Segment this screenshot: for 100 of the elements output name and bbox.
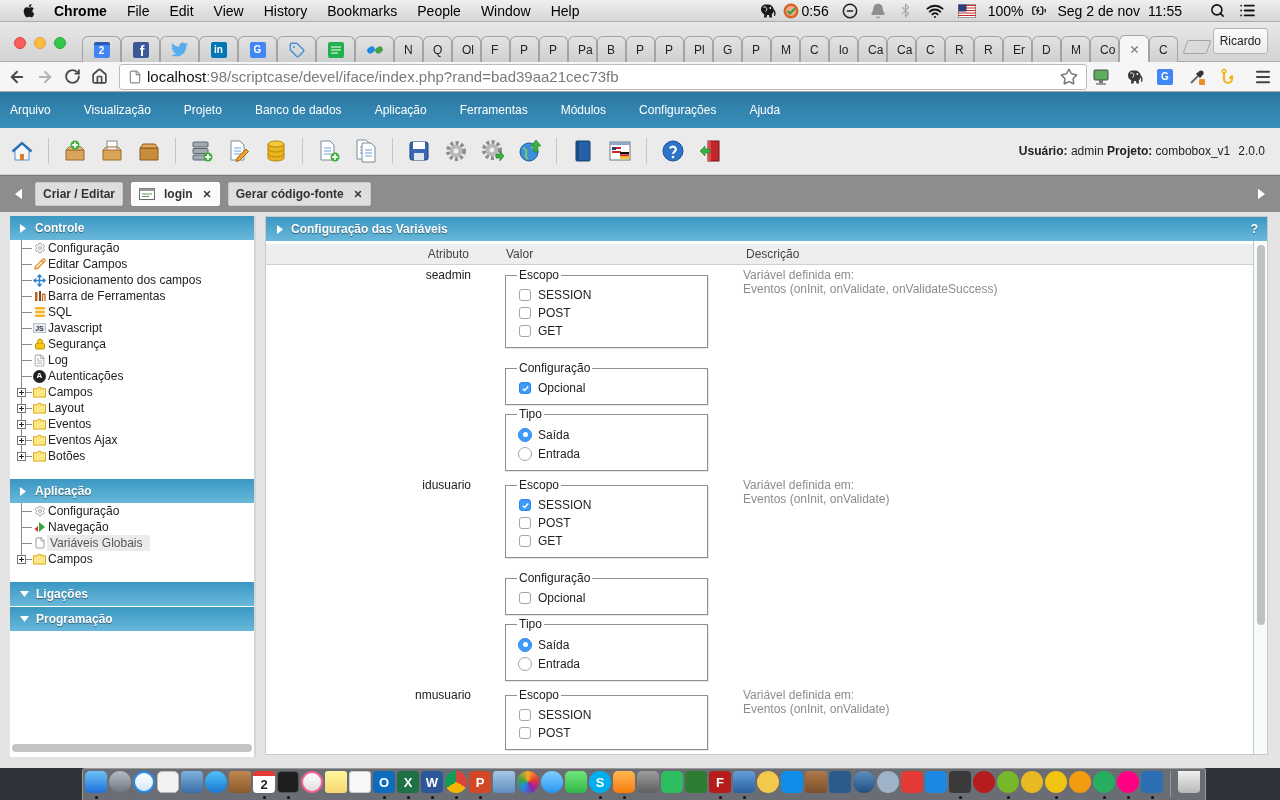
menu-item[interactable]: Projeto	[183, 101, 222, 119]
server-plus-icon[interactable]	[190, 139, 214, 163]
caret-right-icon[interactable]	[277, 224, 283, 234]
date-text[interactable]: Seg 2 de nov	[1057, 3, 1140, 18]
zoom-window-button[interactable]	[54, 37, 66, 49]
close-window-button[interactable]	[14, 37, 26, 49]
menu-item[interactable]: People	[417, 3, 461, 18]
tree-item[interactable]: Javascript	[48, 320, 103, 336]
expand-icon[interactable]	[17, 387, 26, 397]
menu-item[interactable]: History	[263, 3, 308, 18]
menu-item[interactable]: Bookmarks	[327, 3, 398, 18]
caret-down-icon[interactable]	[20, 616, 29, 622]
menu-item[interactable]: Window	[480, 3, 531, 18]
menu-item[interactable]: Configurações	[639, 101, 717, 119]
time-text[interactable]: 11:55	[1148, 3, 1182, 18]
caret-right-icon[interactable]	[20, 486, 26, 496]
app-tab[interactable]: login	[131, 182, 220, 206]
flags-window-icon[interactable]	[608, 139, 632, 163]
menu-item[interactable]: Help	[550, 3, 580, 18]
radio-button[interactable]	[518, 656, 532, 671]
database-icon[interactable]	[264, 139, 288, 163]
app-icon[interactable]	[613, 771, 635, 793]
house-icon[interactable]	[10, 139, 34, 163]
app-icon[interactable]	[877, 771, 899, 793]
menu-item[interactable]: Arquivo	[10, 101, 51, 119]
browser-tab[interactable]: M	[1061, 36, 1090, 62]
document-pencil-icon[interactable]	[227, 139, 251, 163]
check-badge-icon[interactable]	[783, 2, 800, 19]
app-icon[interactable]	[181, 771, 203, 793]
elephant-icon[interactable]	[1127, 68, 1143, 85]
menu-item[interactable]: Ajuda	[749, 101, 781, 119]
browser-tab[interactable]: Pl	[684, 36, 713, 62]
vertical-scrollbar[interactable]	[1256, 245, 1265, 625]
tree-item[interactable]: Editar Campos	[48, 256, 128, 272]
browser-tab[interactable]: f	[121, 36, 160, 62]
browser-tab[interactable]: Er	[1003, 36, 1032, 62]
box-plus-icon[interactable]	[63, 139, 87, 163]
menu-item[interactable]: File	[126, 3, 150, 18]
tree-item[interactable]: Layout	[48, 400, 85, 416]
app-icon[interactable]	[757, 771, 779, 793]
search-icon[interactable]	[1210, 3, 1225, 18]
browser-tab[interactable]: R	[945, 36, 974, 62]
browser-tab[interactable]: 2	[82, 36, 121, 62]
scroll-right-icon[interactable]	[1258, 188, 1265, 200]
minus-circle-icon[interactable]	[841, 2, 858, 19]
app-icon[interactable]	[541, 771, 563, 793]
app-icon[interactable]	[133, 771, 155, 793]
translate-icon[interactable]: G	[1157, 68, 1173, 85]
tree-item[interactable]: Eventos	[48, 416, 92, 432]
profile-button[interactable]: Ricardo	[1212, 28, 1268, 54]
browser-tab[interactable]: C	[916, 36, 945, 62]
browser-tab[interactable]: Ca	[887, 36, 916, 62]
tree-item[interactable]: Botões	[48, 448, 86, 464]
radio-button[interactable]	[518, 446, 532, 461]
browser-tab[interactable]: Ca	[858, 36, 887, 62]
menu-item[interactable]: Visualização	[83, 101, 151, 119]
browser-tab[interactable]	[160, 36, 199, 62]
browser-tab[interactable]: C	[1149, 36, 1178, 62]
monitor-icon[interactable]	[1092, 67, 1110, 86]
tree-item[interactable]: Log	[48, 352, 69, 368]
trash-icon[interactable]	[1178, 771, 1200, 793]
app-icon[interactable]	[205, 771, 227, 793]
browser-tab[interactable]: M	[771, 36, 800, 62]
expand-icon[interactable]	[17, 435, 26, 445]
app-icon[interactable]	[853, 771, 875, 793]
app-icon[interactable]	[85, 771, 107, 793]
browser-tab[interactable]: Q	[423, 36, 452, 62]
expand-icon[interactable]	[17, 451, 26, 461]
box-document-icon[interactable]	[100, 139, 124, 163]
browser-tab[interactable]	[355, 36, 394, 62]
app-icon[interactable]	[997, 771, 1019, 793]
bookmark-star-icon[interactable]	[1060, 67, 1078, 86]
app-icon[interactable]: P	[469, 771, 491, 793]
checkbox[interactable]	[519, 325, 531, 337]
browser-tab[interactable]: P	[510, 36, 539, 62]
browser-tab[interactable]: R	[974, 36, 1003, 62]
app-icon[interactable]: W	[421, 771, 443, 793]
close-icon[interactable]	[201, 189, 212, 199]
radio-button[interactable]	[518, 637, 532, 652]
address-field[interactable]: localhost:98/scriptcase/devel/iface/index.php?rand=bad39aa21cec73fb	[119, 63, 1087, 90]
checkbox[interactable]	[519, 709, 531, 721]
new-tab-button[interactable]	[1182, 40, 1212, 54]
browser-tab[interactable]: Co	[1090, 36, 1119, 62]
close-icon[interactable]	[352, 189, 363, 199]
menu-item[interactable]: Banco de dados	[254, 101, 342, 119]
help-icon[interactable]	[661, 139, 685, 163]
horizontal-scrollbar[interactable]	[12, 744, 252, 752]
tree-item[interactable]: Campos	[48, 384, 93, 400]
app-tab[interactable]: Gerar código-fonte	[227, 182, 371, 206]
app-icon[interactable]	[157, 771, 179, 793]
reload-icon[interactable]	[64, 68, 81, 85]
browser-tab[interactable]: G	[713, 36, 742, 62]
browser-tab[interactable]: N	[394, 36, 423, 62]
tree-item[interactable]: Variáveis Globais	[47, 535, 151, 551]
expand-icon[interactable]	[17, 419, 26, 429]
browser-tab[interactable]: lo	[829, 36, 858, 62]
checkbox[interactable]	[519, 307, 531, 319]
app-icon[interactable]: F	[709, 771, 731, 793]
app-icon[interactable]	[277, 771, 299, 793]
document-plus-icon[interactable]	[317, 139, 341, 163]
